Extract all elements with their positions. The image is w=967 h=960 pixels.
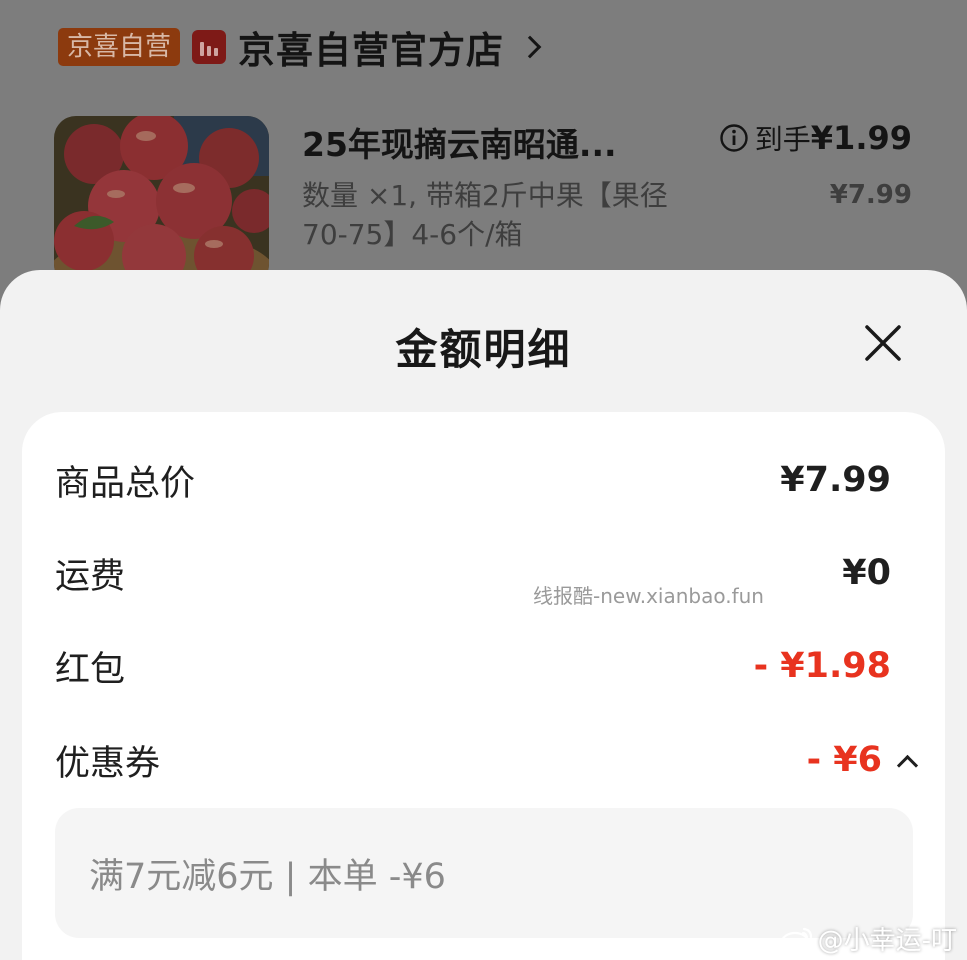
weibo-credit: @小幸运-叮 [780, 920, 957, 957]
final-price: ¥1.99 [810, 119, 912, 157]
background-order-page: 京喜自营 京喜自营官方店 25年现摘云南昭通... 数量 ×1, 带箱2斤中果【… [0, 0, 967, 300]
coupon-value: - ¥6 [806, 740, 882, 780]
store-logo-icon [192, 30, 227, 64]
coupon-detail-box: 满7元减6元 | 本单 -¥6 [55, 808, 913, 938]
sheet-title: 金额明细 [395, 325, 572, 374]
goods-total-value: ¥7.99 [780, 460, 891, 500]
coupon-toggle[interactable]: - ¥6 [806, 740, 919, 780]
shipping-value: ¥0 [842, 553, 891, 593]
coupon-label: 优惠券 [55, 743, 161, 784]
store-name[interactable]: 京喜自营官方店 [238, 20, 504, 74]
product-image[interactable] [54, 116, 269, 286]
product-spec: 数量 ×1, 带箱2斤中果【果径70-75】4-6个/箱 [302, 179, 668, 251]
amount-detail-sheet: 金额明细 商品总价 ¥7.99 运费 ¥0 红包 - ¥1.98 优惠券 - ¥… [0, 270, 967, 960]
detail-row-shipping: 运费 ¥0 [55, 548, 891, 598]
final-price-row[interactable]: 到手 ¥1.99 [719, 118, 912, 158]
original-price: ¥7.99 [829, 180, 912, 210]
chevron-right-icon[interactable] [518, 35, 542, 59]
detail-row-red-packet: 红包 - ¥1.98 [55, 641, 891, 691]
amount-detail-card: 商品总价 ¥7.99 运费 ¥0 红包 - ¥1.98 优惠券 - ¥6 满7元… [22, 412, 945, 960]
apples-image [54, 116, 269, 286]
coupon-detail-text: 满7元减6元 | 本单 -¥6 [89, 856, 446, 897]
shipping-label: 运费 [55, 556, 126, 597]
credit-text: @小幸运-叮 [817, 926, 957, 956]
red-packet-label: 红包 [55, 649, 126, 690]
detail-row-coupon[interactable]: 优惠券 - ¥6 [55, 735, 919, 785]
red-packet-value: - ¥1.98 [753, 646, 891, 686]
close-icon[interactable] [860, 320, 906, 366]
chevron-up-icon[interactable] [896, 754, 919, 776]
store-badge: 京喜自营 [58, 28, 181, 66]
detail-row-goods-total: 商品总价 ¥7.99 [55, 455, 891, 505]
goods-total-label: 商品总价 [55, 463, 196, 504]
watermark-text: 线报酷-new.xianbao.fun [533, 584, 764, 608]
store-header[interactable]: 京喜自营 京喜自营官方店 [58, 24, 542, 72]
final-price-label: 到手 [754, 123, 811, 156]
product-title[interactable]: 25年现摘云南昭通... [302, 118, 617, 166]
info-icon[interactable] [719, 123, 749, 153]
weibo-icon [780, 927, 812, 952]
